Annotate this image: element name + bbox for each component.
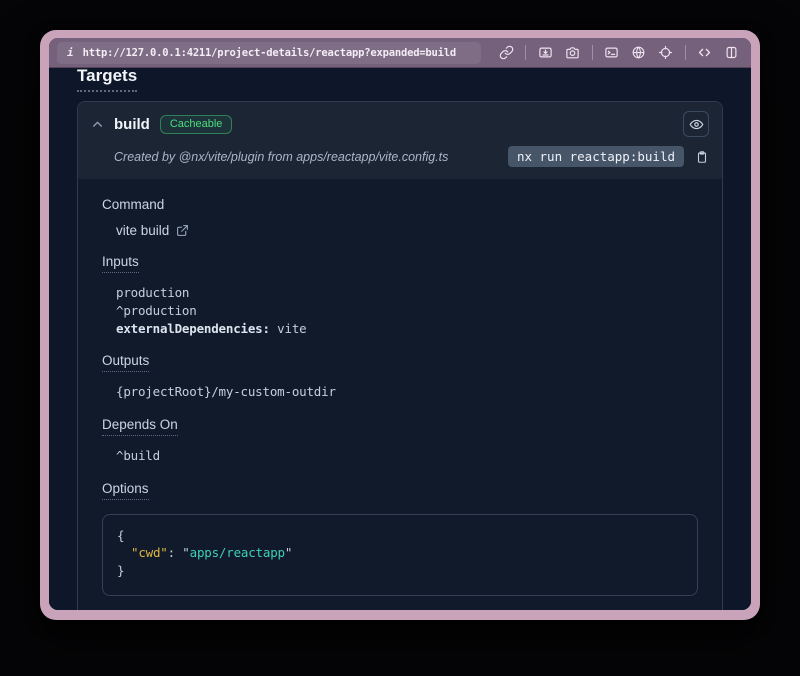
input-item: ^production — [116, 302, 698, 320]
input-value: vite — [270, 321, 307, 336]
url-bar[interactable]: i http://127.0.0.1:4211/project-details/… — [57, 42, 481, 64]
target-icon — [658, 45, 673, 60]
download-box-icon — [538, 45, 553, 60]
browser-topbar: i http://127.0.0.1:4211/project-details/… — [49, 38, 751, 68]
view-build-button[interactable] — [683, 111, 709, 137]
topbar-separator — [685, 45, 686, 60]
eye-icon — [689, 117, 704, 132]
target-card-build: build Cacheable Created by @nx/vite/plug… — [77, 101, 723, 610]
input-item: externalDependencies: vite — [116, 320, 698, 338]
inputs-section: Inputs production ^production externalDe… — [102, 253, 698, 337]
run-command-chip: nx run reactapp:build — [508, 146, 684, 167]
link-icon — [499, 45, 514, 60]
json-key: "cwd" — [131, 545, 168, 560]
open-config-button[interactable] — [176, 224, 189, 237]
input-item: production — [116, 284, 698, 302]
split-panel-button[interactable] — [722, 43, 741, 63]
outputs-heading[interactable]: Outputs — [102, 353, 149, 372]
globe-button[interactable] — [629, 43, 648, 63]
output-item: {projectRoot}/my-custom-outdir — [116, 383, 698, 401]
outputs-section: Outputs {projectRoot}/my-custom-outdir — [102, 352, 698, 401]
command-value: vite build — [116, 223, 169, 238]
command-heading: Command — [102, 197, 164, 212]
copy-command-button[interactable] — [695, 150, 709, 164]
json-quote: " — [182, 545, 189, 560]
browser-window: i http://127.0.0.1:4211/project-details/… — [40, 30, 760, 620]
depends-on-heading[interactable]: Depends On — [102, 417, 178, 436]
created-by-text: Created by @nx/vite/plugin from apps/rea… — [114, 150, 448, 164]
split-panel-icon — [724, 45, 739, 60]
camera-button[interactable] — [563, 43, 582, 63]
camera-icon — [565, 45, 580, 60]
command-section: Command vite build — [102, 196, 698, 238]
options-heading[interactable]: Options — [102, 481, 149, 500]
json-colon: : — [168, 545, 183, 560]
depends-on-item: ^build — [116, 447, 698, 465]
info-icon: i — [67, 46, 74, 59]
options-section: Options { "cwd": "apps/reactapp" } — [102, 480, 698, 597]
link-button[interactable] — [497, 43, 516, 63]
project-details-page: Targets build Cacheable — [49, 68, 751, 610]
build-card-body: Command vite build Inputs production — [78, 179, 722, 610]
options-json-block: { "cwd": "apps/reactapp" } — [102, 514, 698, 597]
page-title[interactable]: Targets — [77, 68, 137, 92]
globe-icon — [631, 45, 646, 60]
json-line: } — [117, 562, 683, 580]
download-button[interactable] — [536, 43, 555, 63]
input-key: externalDependencies: — [116, 321, 270, 336]
url-text: http://127.0.0.1:4211/project-details/re… — [83, 47, 456, 59]
browser-window-inner: i http://127.0.0.1:4211/project-details/… — [49, 38, 751, 610]
external-link-icon — [176, 224, 189, 237]
inputs-heading[interactable]: Inputs — [102, 254, 139, 273]
json-line: "cwd": "apps/reactapp" — [117, 544, 683, 562]
target-button[interactable] — [656, 43, 675, 63]
cacheable-badge[interactable]: Cacheable — [160, 115, 233, 134]
clipboard-icon — [695, 150, 709, 164]
topbar-separator — [525, 45, 526, 60]
topbar-separator — [592, 45, 593, 60]
json-value: apps/reactapp — [190, 545, 285, 560]
terminal-icon — [604, 45, 619, 60]
code-button[interactable] — [696, 43, 715, 63]
json-quote: " — [285, 545, 292, 560]
target-name-build: build — [114, 116, 150, 133]
code-icon — [697, 45, 712, 60]
terminal-button[interactable] — [603, 43, 622, 63]
chevron-up-icon[interactable] — [91, 118, 104, 131]
depends-on-section: Depends On ^build — [102, 416, 698, 465]
build-card-header[interactable]: build Cacheable Created by @nx/vite/plug… — [78, 102, 722, 179]
json-line: { — [117, 527, 683, 545]
